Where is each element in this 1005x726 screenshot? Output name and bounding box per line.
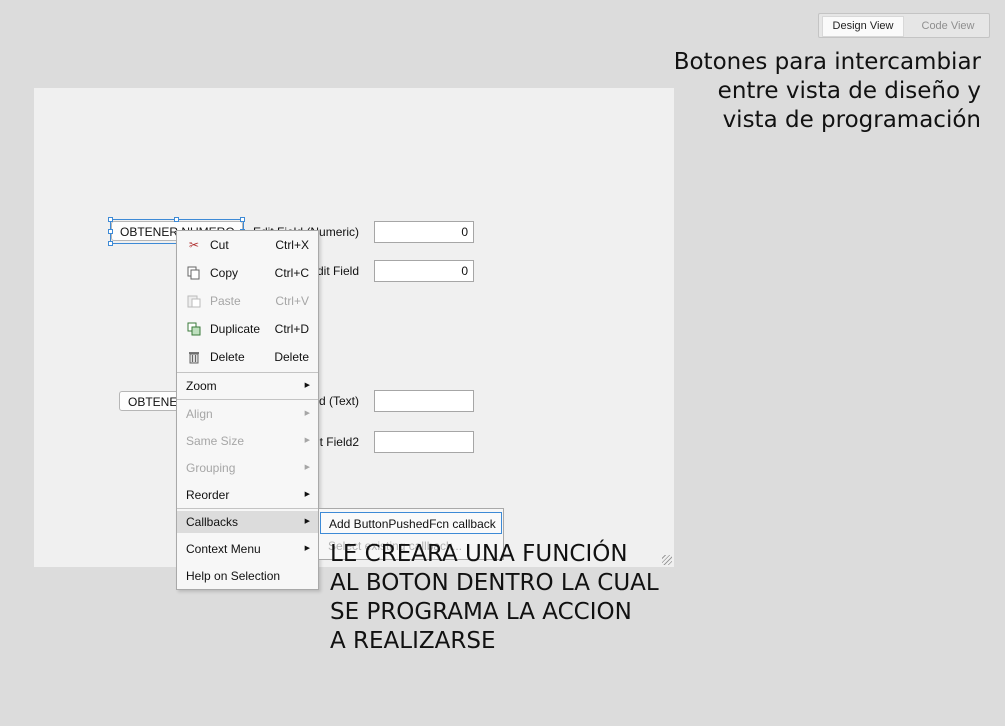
menu-item-label: Same Size — [186, 434, 245, 448]
menu-item-grouping: Grouping ▶ — [177, 457, 318, 479]
annotation-line: vista de programación — [722, 107, 981, 133]
submenu-arrow-icon: ▶ — [304, 464, 310, 471]
submenu-arrow-icon: ▶ — [304, 518, 310, 525]
annotation-line: A REALIZARSE — [330, 628, 496, 654]
annotation-callback: LE CREARA UNA FUNCIÓN AL BOTON DENTRO LA… — [330, 540, 690, 656]
menu-item-label: Duplicate — [210, 322, 261, 336]
submenu-arrow-icon: ▶ — [304, 410, 310, 417]
annotation-line: LE CREARA UNA FUNCIÓN — [330, 541, 628, 567]
annotation-view-buttons: Botones para intercambiar entre vista de… — [621, 48, 981, 135]
edit-field-numeric-input[interactable]: 0 — [374, 221, 474, 243]
copy-icon — [187, 266, 201, 280]
menu-item-same-size: Same Size ▶ — [177, 430, 318, 452]
menu-item-duplicate[interactable]: Duplicate Ctrl+D — [177, 318, 318, 340]
menu-item-shortcut: Ctrl+D — [274, 322, 309, 336]
menu-item-label: Cut — [210, 238, 229, 252]
menu-item-reorder[interactable]: Reorder ▶ — [177, 484, 318, 506]
edit-field-input[interactable]: 0 — [374, 260, 474, 282]
menu-item-cut[interactable]: ✂ Cut Ctrl+X — [177, 234, 318, 256]
menu-item-shortcut: Ctrl+V — [275, 294, 309, 308]
menu-item-help-on-selection[interactable]: Help on Selection — [177, 565, 318, 587]
resize-handle[interactable] — [108, 217, 113, 222]
menu-separator — [177, 399, 318, 400]
submenu-arrow-icon: ▶ — [304, 545, 310, 552]
annotation-line: SE PROGRAMA LA ACCION — [330, 599, 632, 625]
menu-item-label: Help on Selection — [186, 569, 281, 583]
menu-item-callbacks[interactable]: Callbacks ▶ — [177, 511, 318, 533]
edit-field2-input[interactable] — [374, 431, 474, 453]
duplicate-icon — [187, 322, 201, 336]
menu-item-align: Align ▶ — [177, 403, 318, 425]
menu-item-label: Align — [186, 407, 213, 421]
menu-item-shortcut: Ctrl+X — [275, 238, 309, 252]
menu-item-label: Delete — [210, 350, 245, 364]
menu-item-label: Reorder — [186, 488, 230, 502]
menu-item-label: Paste — [210, 294, 241, 308]
menu-separator — [177, 372, 318, 373]
menu-item-paste: Paste Ctrl+V — [177, 290, 318, 312]
resize-handle[interactable] — [108, 229, 113, 234]
trash-icon — [187, 350, 201, 364]
submenu-arrow-icon: ▶ — [304, 437, 310, 444]
menu-item-label: Callbacks — [186, 515, 239, 529]
menu-item-delete[interactable]: Delete Delete — [177, 346, 318, 368]
resize-handle[interactable] — [108, 241, 113, 246]
menu-item-label: Context Menu — [186, 542, 261, 556]
view-toggle: Design View Code View — [818, 13, 990, 38]
design-view-tab[interactable]: Design View — [823, 17, 903, 36]
context-menu: ✂ Cut Ctrl+X Copy Ctrl+C Paste Ctrl+V Du… — [176, 230, 319, 590]
scissors-icon: ✂ — [188, 238, 200, 252]
annotation-line: Botones para intercambiar — [673, 49, 981, 75]
annotation-line: AL BOTON DENTRO LA CUAL — [330, 570, 659, 596]
code-view-tab[interactable]: Code View — [909, 17, 987, 36]
edit-field-text-input[interactable] — [374, 390, 474, 412]
menu-item-shortcut: Ctrl+C — [274, 266, 309, 280]
menu-item-copy[interactable]: Copy Ctrl+C — [177, 262, 318, 284]
annotation-line: entre vista de diseño y — [717, 78, 981, 104]
menu-item-zoom[interactable]: Zoom ▶ — [177, 375, 318, 397]
menu-item-label: Grouping — [186, 461, 236, 475]
submenu-arrow-icon: ▶ — [304, 491, 310, 498]
menu-item-shortcut: Delete — [274, 350, 309, 364]
resize-handle[interactable] — [174, 217, 179, 222]
menu-item-label: Zoom — [186, 379, 217, 393]
paste-icon — [187, 294, 201, 308]
menu-separator — [177, 508, 318, 509]
add-callback-item[interactable]: Add ButtonPushedFcn callback — [320, 512, 502, 534]
design-canvas[interactable] — [34, 88, 674, 567]
menu-item-context-menu[interactable]: Context Menu ▶ — [177, 538, 318, 560]
resize-handle[interactable] — [240, 217, 245, 222]
menu-item-label: Copy — [210, 266, 239, 280]
submenu-arrow-icon: ▶ — [304, 382, 310, 389]
